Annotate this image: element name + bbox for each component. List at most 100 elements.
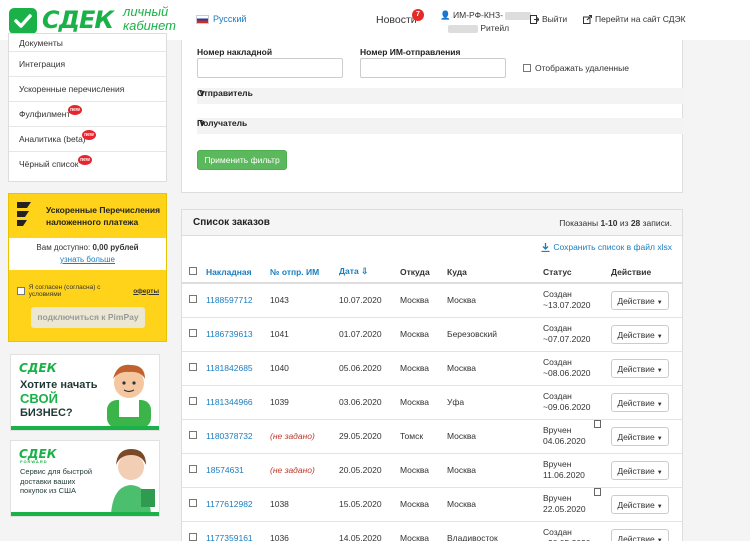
action-dropdown-button[interactable]: Действие ▼ [611,528,669,541]
caret-down-icon: ▼ [656,367,663,374]
order-from: Москва [396,317,443,352]
status-date: ~13.07.2020 [543,300,591,311]
action-dropdown-button[interactable]: Действие ▼ [611,324,669,344]
waybill-link[interactable]: 1188597712 [202,283,266,318]
apply-filter-button[interactable]: Применить фильтр [197,150,287,170]
row-checkbox[interactable] [189,431,197,439]
document-icon[interactable] [594,419,601,428]
row-checkbox[interactable] [189,465,197,473]
row-checkbox[interactable] [189,329,197,337]
sort-desc-icon: ⇩ [361,266,369,276]
promo-banner-forward[interactable]: СДЕК FORWARD Сервис для быстрой доставки… [10,440,160,517]
pimpay-agree-checkbox[interactable] [17,287,25,295]
pimpay-title-line2: наложенного платежа [46,217,139,227]
promo-bottom-bar [11,426,159,430]
action-dropdown-button[interactable]: Действие ▼ [611,358,669,378]
pimpay-offer-link[interactable]: оферты [133,288,159,295]
orders-count-total: 28 [630,218,641,228]
order-from: Москва [396,487,443,522]
waybill-link[interactable]: 1181842685 [202,351,266,386]
orders-count-suffix: записи. [640,218,672,228]
status-date: 11.06.2020 [543,470,585,480]
action-dropdown-button[interactable]: Действие ▼ [611,460,669,480]
pimpay-learn-more-link[interactable]: узнать больше [60,255,115,264]
waybill-link[interactable]: 1181344966 [202,385,266,420]
pimpay-connect-button[interactable]: подключиться к PimPay [31,307,145,328]
action-dropdown-button[interactable]: Действие ▼ [611,494,669,514]
promo-banner-business[interactable]: СДЕК Хотите начать СВОЙ БИЗНЕС? [10,354,160,431]
exit-link[interactable]: Выйти [530,14,567,24]
pimpay-available-amount: 0,00 рублей [92,243,139,252]
waybill-link[interactable]: 1177612982 [202,487,266,522]
caret-down-icon: ▼ [656,435,663,442]
action-cell: Действие ▼ [607,487,682,522]
col-date[interactable]: Дата ⇩ [335,261,396,284]
order-status: Создан ~09.06.2020 [539,385,607,420]
exit-label: Выйти [542,14,568,24]
row-select-cell [182,453,202,488]
row-checkbox[interactable] [189,397,197,405]
col-waybill[interactable]: Накладная [202,261,266,284]
promo-line: Хотите начать [20,379,98,391]
language-selector[interactable]: Русский [196,14,246,24]
download-icon [541,242,550,252]
row-checkbox[interactable] [189,295,197,304]
col-to: Куда [443,261,539,284]
shop-number-filter-input[interactable] [360,58,506,78]
goto-site-link[interactable]: Перейти на сайт СДЭК [583,14,686,24]
waybill-link[interactable]: 1186739613 [202,317,266,352]
news-link[interactable]: Новости [376,14,417,26]
action-dropdown-button[interactable]: Действие ▼ [611,290,669,310]
sidebar-item-fast-transfers[interactable]: Ускоренные перечисления [9,77,166,102]
cdek-logo-icon[interactable] [9,8,37,34]
news-count-badge: 7 [412,9,424,21]
pimpay-available-label: Вам доступно: [36,243,93,252]
row-checkbox[interactable] [189,363,197,371]
user-org-redacted [448,24,478,33]
select-all-checkbox[interactable] [189,266,197,275]
cdek-logo-text[interactable]: СДЕК [42,6,114,34]
waybill-link[interactable]: 1180378732 [202,419,266,454]
col-shop-number[interactable]: № отпр. ИМ [266,261,335,284]
order-to: Москва [443,283,539,318]
order-status: Вручен 04.06.2020 [539,419,607,454]
status-text: Создан [543,527,572,537]
action-dropdown-button[interactable]: Действие ▼ [611,426,669,446]
action-dropdown-button[interactable]: Действие ▼ [611,392,669,412]
caret-down-icon: ▼ [656,333,663,340]
order-to: Москва [443,419,539,454]
row-select-cell [182,317,202,352]
orders-count: Показаны 1-10 из 28 записи. [559,218,672,228]
row-select-cell [182,385,202,420]
sender-section-toggle[interactable]: Отправитель ∨ [197,88,683,104]
waybill-link[interactable]: 1177359161 [202,521,266,541]
order-date: 14.05.2020 [335,521,396,541]
select-all-cell [182,261,202,284]
row-checkbox[interactable] [189,499,197,507]
document-icon[interactable] [594,487,601,496]
table-row: 1181842685 1040 05.06.2020 Москва Москва Созд… [182,351,682,386]
show-deleted-checkbox[interactable] [523,64,531,72]
orders-count-range: 1-10 [600,218,618,228]
status-text: Создан [543,289,572,300]
sidebar-item-integration[interactable]: Интеграция [9,52,166,77]
sidebar-item-documents[interactable]: Документы [9,34,166,52]
receiver-section-toggle[interactable]: Получатель ∨ [197,118,683,134]
row-checkbox[interactable] [189,533,197,541]
order-from: Москва [396,283,443,318]
sidebar-item-fulfillment[interactable]: Фулфилмент new [9,102,166,127]
waybill-filter-input[interactable] [197,58,343,78]
status-text: Создан [543,357,572,367]
orders-header: Список заказов Показаны 1-10 из 28 запис… [182,210,682,236]
sidebar-item-analytics[interactable]: Аналитика (beta) new [9,127,166,152]
sidebar-item-blacklist[interactable]: Чёрный список new [9,152,166,177]
sidebar-item-label: Ускоренные перечисления [19,84,125,94]
order-to: Уфа [443,385,539,420]
save-xlsx-link[interactable]: Сохранить список в файл xlsx [541,242,672,252]
table-row: 1177359161 1036 14.05.2020 Москва Владивосто… [182,521,682,541]
show-deleted-toggle[interactable]: Отображать удаленные [523,63,629,73]
waybill-link[interactable]: 18574631 [202,453,266,488]
user-menu[interactable]: 👤 ИМ-РФ-КНЗ- Ритейл [440,9,532,35]
action-label: Действие [617,329,655,340]
table-row: 18574631 (не задано) 20.05.2020 Москва Москв… [182,453,682,488]
